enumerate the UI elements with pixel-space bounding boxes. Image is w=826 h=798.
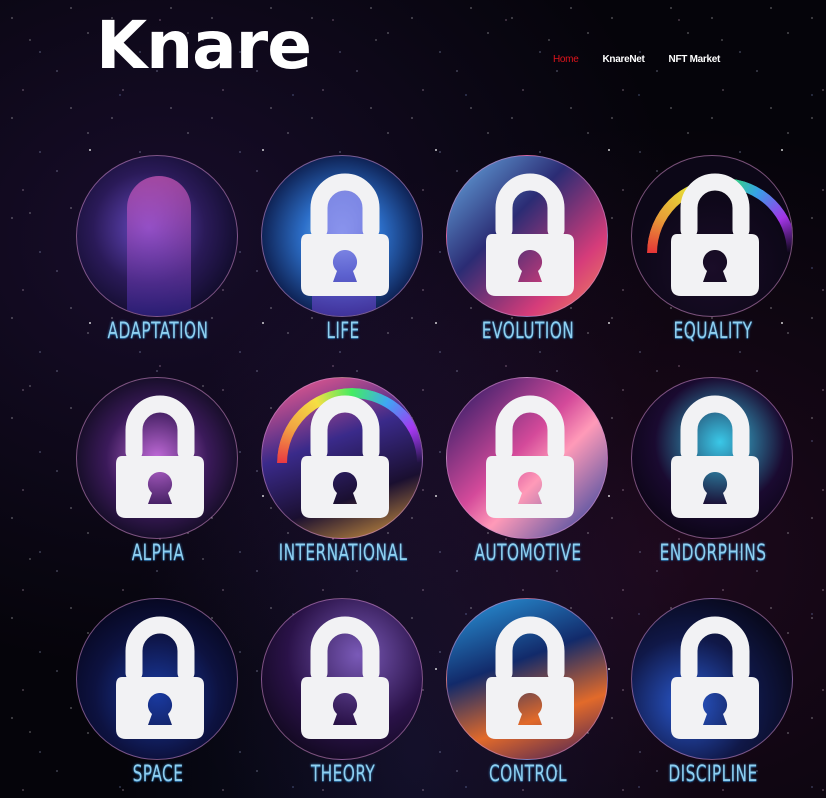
lock-icon	[667, 611, 763, 747]
card-label: SPACE	[132, 762, 184, 787]
lock-icon	[112, 390, 208, 526]
lock-icon	[112, 611, 208, 747]
card-endorphins[interactable]: ENDORPHINS	[628, 377, 798, 577]
card-artwork	[446, 598, 608, 760]
card-label: ADAPTATION	[107, 319, 209, 344]
card-artwork	[631, 155, 793, 317]
card-label: ALPHA	[131, 541, 185, 566]
card-artwork	[76, 377, 238, 539]
card-label: ENDORPHINS	[659, 541, 767, 566]
card-space[interactable]: SPACE	[73, 598, 243, 798]
card-equality[interactable]: EQUALITY	[628, 155, 798, 355]
lock-icon	[667, 168, 763, 304]
card-artwork	[446, 377, 608, 539]
card-label: INTERNATIONAL	[278, 541, 408, 566]
card-label: THEORY	[310, 762, 376, 787]
card-automotive[interactable]: AUTOMOTIVE	[443, 377, 613, 577]
card-control[interactable]: CONTROL	[443, 598, 613, 798]
lock-icon	[482, 168, 578, 304]
card-artwork	[261, 598, 423, 760]
card-artwork	[631, 377, 793, 539]
lock-icon	[297, 611, 393, 747]
card-label: CONTROL	[488, 762, 568, 787]
card-theory[interactable]: THEORY	[258, 598, 428, 798]
card-artwork	[261, 155, 423, 317]
lock-icon	[297, 168, 393, 304]
lock-icon	[667, 390, 763, 526]
card-label: AUTOMOTIVE	[474, 541, 582, 566]
card-artwork	[261, 377, 423, 539]
card-discipline[interactable]: DISCIPLINE	[628, 598, 798, 798]
card-label: DISCIPLINE	[668, 762, 758, 787]
card-adaptation[interactable]: ADAPTATION	[73, 155, 243, 355]
lock-icon	[482, 390, 578, 526]
card-artwork	[631, 598, 793, 760]
card-international[interactable]: INTERNATIONAL	[258, 377, 428, 577]
card-artwork	[76, 598, 238, 760]
card-label: EQUALITY	[673, 319, 753, 344]
artwork-figure	[127, 176, 191, 316]
lock-icon	[297, 390, 393, 526]
collection-grid: ADAPTATION LIFE EVOLUTION EQUALITY ALPHA	[0, 0, 826, 798]
card-evolution[interactable]: EVOLUTION	[443, 155, 613, 355]
card-artwork	[76, 155, 238, 317]
card-label: LIFE	[326, 319, 360, 344]
card-artwork	[446, 155, 608, 317]
card-alpha[interactable]: ALPHA	[73, 377, 243, 577]
card-label: EVOLUTION	[481, 319, 575, 344]
lock-icon	[482, 611, 578, 747]
card-life[interactable]: LIFE	[258, 155, 428, 355]
